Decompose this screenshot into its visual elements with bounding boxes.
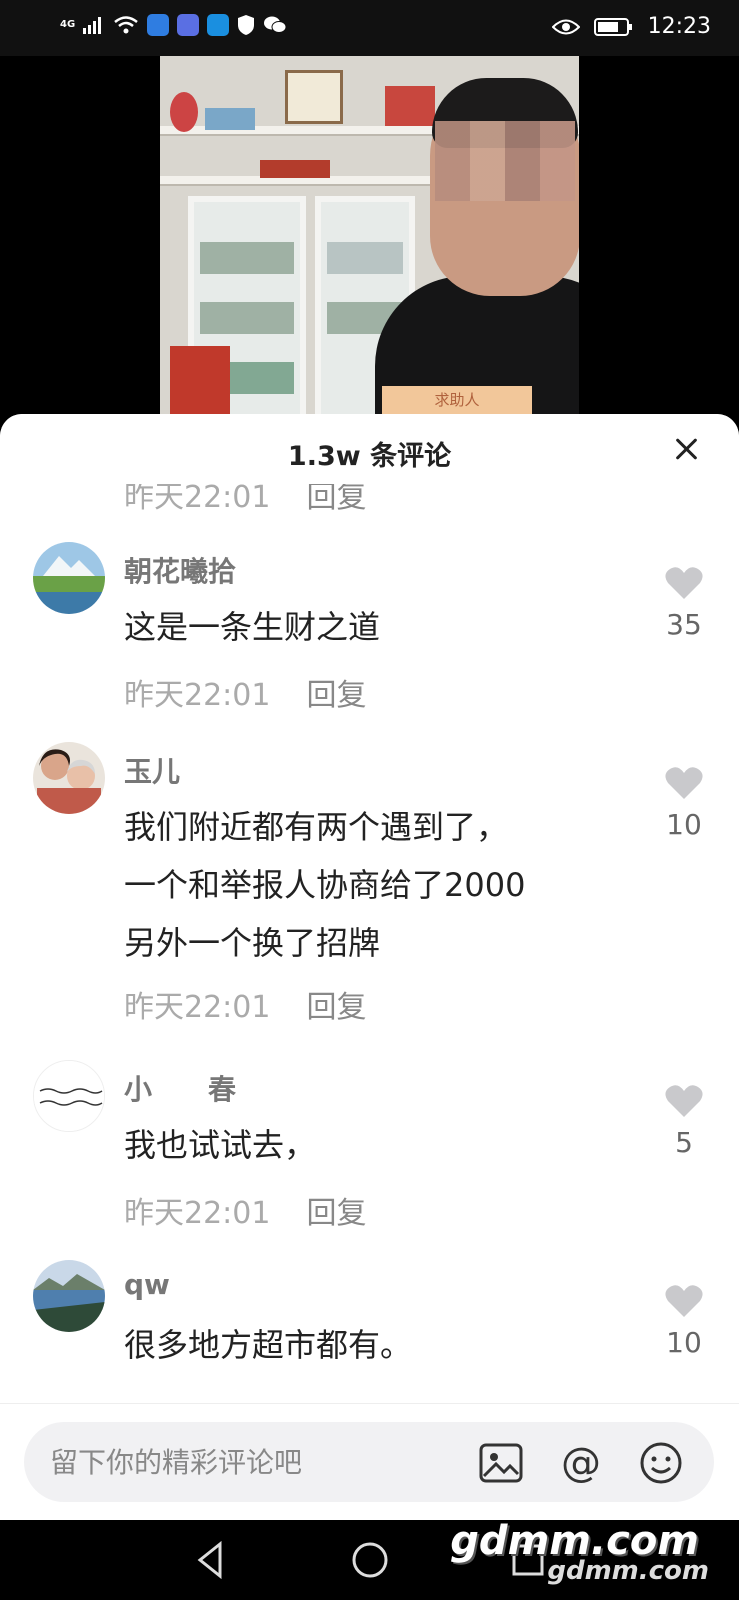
status-bar: 4G 12:23	[0, 0, 739, 56]
comment-input-bar: @	[0, 1403, 739, 1520]
partial-comment-meta: 昨天22:01 回复	[124, 484, 524, 524]
avatar[interactable]	[33, 742, 105, 814]
comment-text: 我也试试去，	[124, 1126, 317, 1164]
shield-icon	[238, 15, 255, 35]
comment-time: 昨天22:01	[124, 484, 271, 515]
emoji-icon[interactable]	[638, 1440, 684, 1486]
like-count: 10	[666, 1326, 702, 1359]
product-image	[205, 108, 255, 130]
certificate-frame	[285, 70, 343, 124]
like-count: 5	[675, 1126, 693, 1159]
avatar[interactable]	[33, 1060, 105, 1132]
comment-time: 昨天22:01	[124, 678, 271, 713]
reply-button[interactable]: 回复	[306, 670, 366, 714]
comment-time: 昨天22:01	[124, 1196, 271, 1231]
product-image	[170, 92, 198, 132]
music-app-icon	[177, 14, 200, 36]
comment-meta: 昨天22:01 回复	[124, 1188, 366, 1232]
comment-time: 昨天22:01	[124, 990, 271, 1025]
wifi-icon	[114, 16, 138, 34]
comment-sheet: 1.3w 条评论 昨天22:01 回复 朝花曦拾 这是一条生财之道 昨天22:0…	[0, 414, 739, 1520]
comment-input-container: @	[24, 1422, 714, 1502]
battery-icon	[593, 17, 632, 36]
comment-text: 很多地方超市都有。	[124, 1326, 413, 1364]
reply-button[interactable]: 回复	[306, 982, 366, 1026]
eye-icon	[551, 19, 580, 34]
video-player[interactable]: 求助人	[160, 56, 579, 414]
mention-icon[interactable]: @	[558, 1440, 604, 1486]
watermark-small: gdmm.com	[547, 1556, 709, 1586]
close-icon[interactable]	[671, 434, 701, 464]
like-button[interactable]: 10	[659, 1284, 709, 1359]
like-button[interactable]: 10	[659, 766, 709, 841]
comment-text: 我们附近都有两个遇到了， 一个和举报人协商给了2000 另外一个换了招牌	[124, 808, 526, 962]
comment-author[interactable]: qw	[124, 1268, 170, 1301]
network-type: 4G	[60, 19, 76, 30]
comment-text: 这是一条生财之道	[124, 608, 381, 646]
like-count: 10	[666, 808, 702, 841]
comment-meta: 昨天22:01 回复	[124, 982, 366, 1026]
cloud-app-icon	[207, 14, 230, 36]
like-count: 35	[666, 608, 702, 641]
home-icon[interactable]	[348, 1538, 392, 1582]
like-button[interactable]: 35	[659, 566, 709, 641]
avatar[interactable]	[33, 1260, 105, 1332]
system-nav-bar: gdmm.com gdmm.com	[0, 1518, 739, 1600]
heart-icon	[665, 1085, 703, 1117]
signal-icon	[83, 17, 102, 34]
wechat-icon	[264, 16, 287, 33]
product-image	[260, 160, 330, 178]
heart-icon	[665, 1285, 703, 1317]
comment-input[interactable]	[50, 1422, 450, 1502]
comment-author[interactable]: 小 春	[124, 1068, 236, 1108]
video-caption: 求助人	[382, 386, 532, 414]
image-icon[interactable]	[478, 1440, 524, 1486]
snack-bags	[170, 346, 230, 414]
comment-count-title: 1.3w 条评论	[287, 441, 452, 472]
like-button[interactable]: 5	[659, 1084, 709, 1159]
shield-app-icon	[147, 14, 170, 36]
heart-icon	[665, 567, 703, 599]
svg-text:@: @	[561, 1440, 601, 1486]
clock: 12:23	[647, 14, 711, 39]
sheet-header: 1.3w 条评论	[0, 414, 739, 484]
heart-icon	[665, 767, 703, 799]
reply-button[interactable]: 回复	[306, 484, 366, 516]
comment-meta: 昨天22:01 回复	[124, 670, 366, 714]
product-image	[385, 86, 435, 126]
avatar[interactable]	[33, 542, 105, 614]
comment-author[interactable]: 朝花曦拾	[124, 550, 236, 590]
reply-button[interactable]: 回复	[306, 1188, 366, 1232]
back-icon[interactable]	[190, 1538, 234, 1582]
face-mosaic	[435, 121, 575, 201]
comment-author[interactable]: 玉儿	[124, 750, 180, 790]
